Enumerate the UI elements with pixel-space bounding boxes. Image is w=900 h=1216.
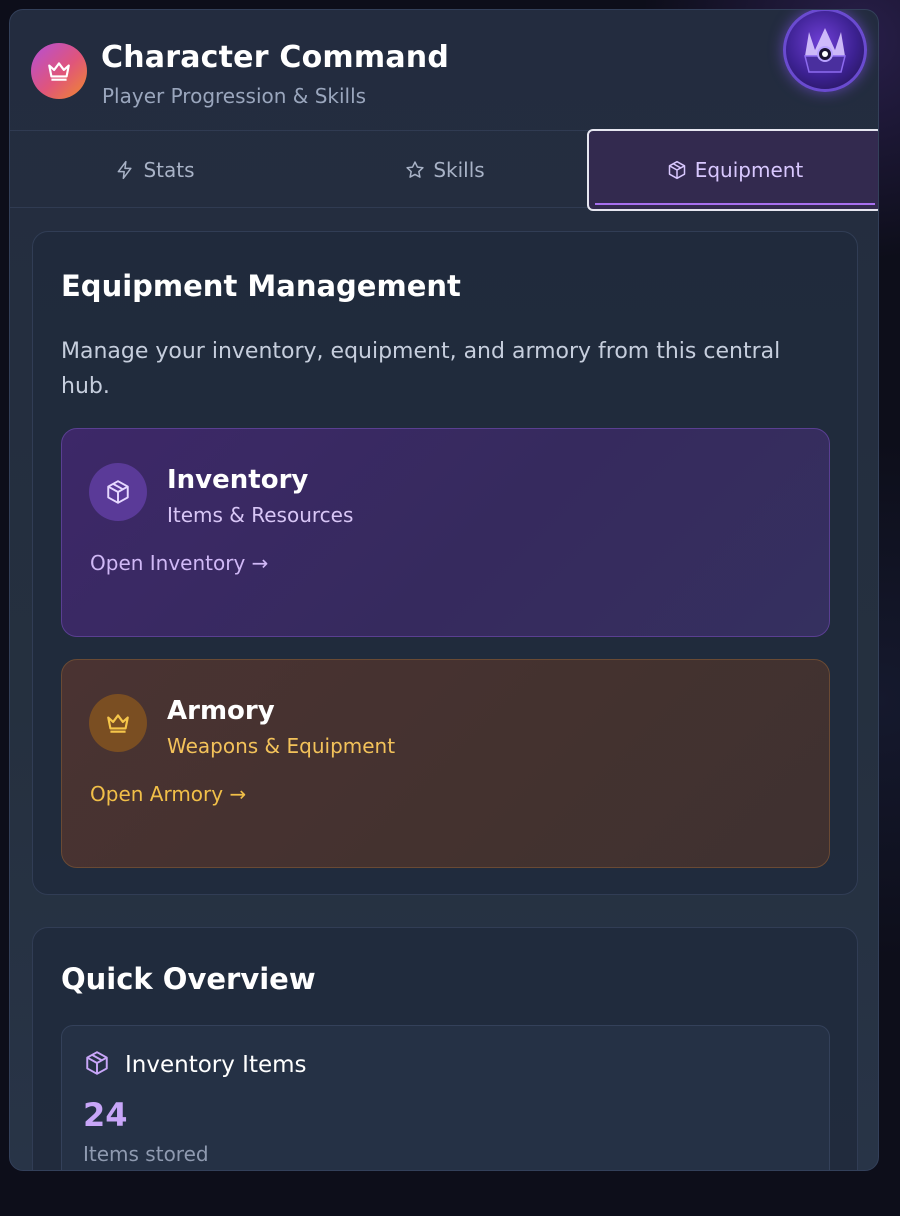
cube-icon [667,160,687,180]
tab-equipment[interactable]: Equipment [587,129,878,211]
crown-logo-icon [31,43,87,99]
app-title: Character Command [101,40,449,75]
header: Character Command Player Progression & S… [10,10,878,130]
inventory-items-label: Inventory Items [125,1052,307,1078]
inventory-items-caption: Items stored [83,1142,209,1166]
armory-card[interactable]: Armory Weapons & Equipment Open Armory → [61,659,830,868]
inventory-title: Inventory [167,465,309,495]
open-inventory-link[interactable]: Open Inventory → [90,551,268,575]
main-panel: Character Command Player Progression & S… [9,9,879,1171]
tab-stats[interactable]: Stats [10,131,300,209]
crown-icon [89,694,147,752]
cube-icon [89,463,147,521]
inventory-caption: Items & Resources [167,503,354,527]
tab-skills[interactable]: Skills [300,131,590,209]
quick-overview-title: Quick Overview [61,962,316,996]
equipment-management-card: Equipment Management Manage your invento… [32,231,858,895]
quick-overview-card: Quick Overview Inventory Items 24 Items … [32,927,858,1170]
cube-icon [84,1050,110,1076]
equipment-management-description: Manage your inventory, equipment, and ar… [61,339,781,399]
tab-stats-label: Stats [143,158,195,182]
inventory-card[interactable]: Inventory Items & Resources Open Invento… [61,428,830,637]
tab-skills-label: Skills [433,158,485,182]
inventory-items-value: 24 [83,1096,128,1134]
app-subtitle: Player Progression & Skills [102,84,367,108]
tab-equipment-label: Equipment [694,158,804,182]
open-armory-link[interactable]: Open Armory → [90,782,246,806]
inventory-items-stat: Inventory Items 24 Items stored [61,1025,830,1170]
tab-bar: Stats Skills Equipment [10,129,878,211]
lightning-icon [115,160,135,180]
armory-title: Armory [167,696,275,726]
armory-caption: Weapons & Equipment [167,734,396,758]
star-icon [405,160,425,180]
character-avatar[interactable] [783,10,867,92]
equipment-management-title: Equipment Management [61,269,461,303]
